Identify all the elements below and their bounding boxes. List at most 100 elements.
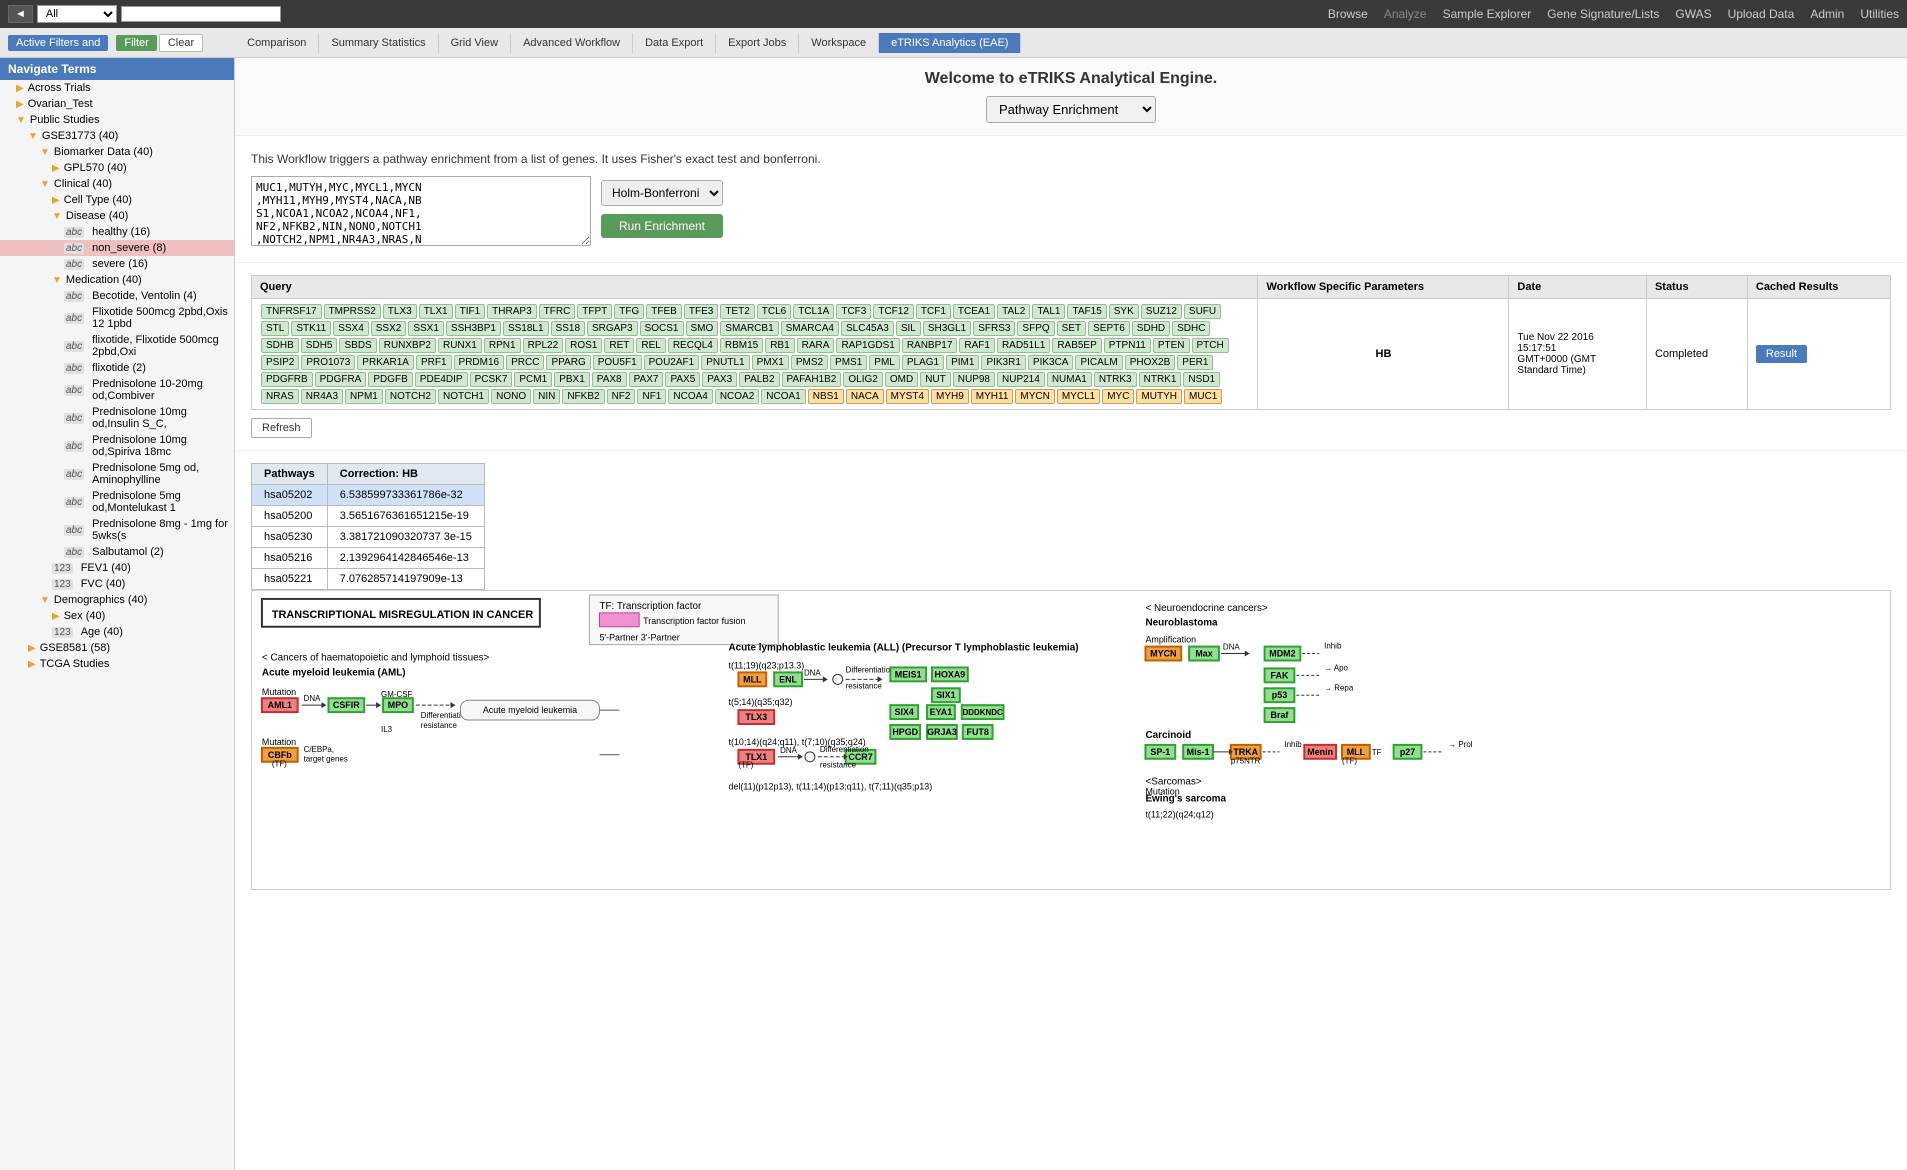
gene-tag: NIN [533,389,560,404]
sidebar-item-demographics[interactable]: ▼ Demographics (40) [0,592,234,608]
haematopoietic-label: < Cancers of haematopoietic and lymphoid… [262,652,490,663]
nav-advanced-workflow[interactable]: Advanced Workflow [511,33,633,53]
sidebar-item-pred4[interactable]: abc Prednisolone 5mg od, Aminophylline [0,460,234,488]
dna-label-1: DNA [304,694,321,703]
gene-tag: NBS1 [808,389,844,404]
sidebar-item-tcga[interactable]: ▶ TCGA Studies [0,656,234,672]
nav-data-export[interactable]: Data Export [633,33,716,53]
pathway-table-row[interactable]: hsa052217.076285714197909e-13 [252,569,485,590]
pathway-table-row[interactable]: hsa052026.538599733361786e-32 [252,485,485,506]
num-icon: 123 [52,579,73,590]
nav-sample-explorer[interactable]: Sample Explorer [1443,7,1532,21]
sidebar-item-clinical[interactable]: ▼ Clinical (40) [0,176,234,192]
sidebar-item-disease[interactable]: ▼ Disease (40) [0,208,234,224]
gene-tag: PDGFRA [315,372,367,387]
abc-icon: abc [64,243,84,254]
gene-tag: SSH3BP1 [446,321,501,336]
gene-tag: MYCN [1015,389,1054,404]
sidebar-item-pred6[interactable]: abc Prednisolone 8mg - 1mg for 5wks(s [0,516,234,544]
sidebar-item-severe[interactable]: abc severe (16) [0,256,234,272]
correction-method-select[interactable]: Holm-BonferroniBonferroniBH [601,180,723,206]
sidebar-item-gse31773[interactable]: ▼ GSE31773 (40) [0,128,234,144]
sidebar-item-pred5[interactable]: abc Prednisolone 5mg od,Montelukast 1 [0,488,234,516]
diff-resistance-2: Differentiation [846,665,895,674]
nav-browse[interactable]: Browse [1328,7,1368,21]
gene-tag: PSIP2 [261,355,299,370]
pathway-diagram: TRANSCRIPTIONAL MISREGULATION IN CANCER … [251,590,1891,890]
gene-tag: TFEB [646,304,682,319]
nav-gwas[interactable]: GWAS [1675,7,1711,21]
sidebar-item-sex[interactable]: ▶ Sex (40) [0,608,234,624]
grja3-gene: GRJA3 [927,727,957,737]
gene-tag: TAL2 [997,304,1030,319]
nav-comparison[interactable]: Comparison [235,33,319,53]
filter-button[interactable]: Filter [116,35,156,51]
sidebar-item-fvc[interactable]: 123 FVC (40) [0,576,234,592]
workflow-description: This Workflow triggers a pathway enrichm… [251,152,1891,166]
sidebar-item-medication[interactable]: ▼ Medication (40) [0,272,234,288]
sidebar-item-flixotide3[interactable]: abc flixotide (2) [0,360,234,376]
sidebar-item-non-severe[interactable]: abc non_severe (8) [0,240,234,256]
sidebar-title: Navigate Terms [0,58,234,80]
mll2-gene: MLL [1347,747,1366,757]
sidebar-item-fev1[interactable]: 123 FEV1 (40) [0,560,234,576]
pathway-value-cell: 2.1392964142846546e-13 [327,548,484,569]
gene-tag: TCEA1 [953,304,995,319]
gene-list-input[interactable]: MUC1,MUTYH,MYC,MYCL1,MYCN ,MYH11,MYH9,MY… [251,176,591,246]
clear-button[interactable]: Clear [159,34,203,52]
nav-export-jobs[interactable]: Export Jobs [716,33,799,53]
nav-gene-signature[interactable]: Gene Signature/Lists [1547,7,1659,21]
sidebar-label: GPL570 (40) [64,162,127,174]
sidebar-item-cell-type[interactable]: ▶ Cell Type (40) [0,192,234,208]
back-button[interactable]: ◄ [8,5,33,23]
nav-workspace[interactable]: Workspace [799,33,879,53]
gene-tag: STL [261,321,289,336]
nav-summary-statistics[interactable]: Summary Statistics [319,33,438,53]
pathway-col-correction: Correction: HB [327,464,484,485]
nav-etriks-analytics[interactable]: eTRIKS Analytics (EAE) [879,33,1021,53]
nav-upload-data[interactable]: Upload Data [1728,7,1795,21]
gene-tag: PCM1 [514,372,552,387]
nav-grid-view[interactable]: Grid View [439,33,511,53]
abc-icon: abc [64,341,84,352]
pathway-table-row[interactable]: hsa052303.381721090320737 3e-15 [252,527,485,548]
gene-tag: SH3GL1 [923,321,971,336]
sidebar-item-public-studies[interactable]: ▼ Public Studies [0,112,234,128]
nav-admin[interactable]: Admin [1810,7,1844,21]
sidebar-item-gse8581[interactable]: ▶ GSE8581 (58) [0,640,234,656]
sidebar-item-pred2[interactable]: abc Prednisolone 10mg od,Insulin S_C, [0,404,234,432]
sidebar-label: Age (40) [81,626,123,638]
pathway-table-row[interactable]: hsa052162.1392964142846546e-13 [252,548,485,569]
nav-analyze[interactable]: Analyze [1384,7,1427,21]
sidebar-item-flixotide2[interactable]: abc flixotide, Flixotide 500mcg 2pbd,Oxi [0,332,234,360]
sidebar-item-healthy[interactable]: abc healthy (16) [0,224,234,240]
sidebar-item-ovarian-test[interactable]: ▶ Ovarian_Test [0,96,234,112]
sidebar-item-pred1[interactable]: abc Prednisolone 10-20mg od,Combiver [0,376,234,404]
search-category-select[interactable]: All [37,5,117,23]
sidebar-item-age[interactable]: 123 Age (40) [0,624,234,640]
sidebar-label: Demographics (40) [54,594,148,606]
nav-utilities[interactable]: Utilities [1860,7,1899,21]
gene-tag: MYCL1 [1057,389,1100,404]
gene-tag: NSD1 [1183,372,1220,387]
sidebar-item-becotide[interactable]: abc Becotide, Ventolin (4) [0,288,234,304]
folder-icon: ▼ [52,211,62,222]
pathway-table-row[interactable]: hsa052003.5651676361651215e-19 [252,506,485,527]
sidebar-label: Prednisolone 5mg od, Aminophylline [92,462,230,486]
sidebar-label: Prednisolone 10-20mg od,Combiver [92,378,230,402]
run-enrichment-button[interactable]: Run Enrichment [601,214,723,238]
result-button[interactable]: Result [1756,345,1807,363]
diagram-title-text: TRANSCRIPTIONAL MISREGULATION IN CANCER [272,609,533,621]
sidebar-item-salbutamol[interactable]: abc Salbutamol (2) [0,544,234,560]
sidebar-item-flixotide1[interactable]: abc Flixotide 500mcg 2pbd,Oxis 12 1pbd [0,304,234,332]
sidebar-item-biomarker[interactable]: ▼ Biomarker Data (40) [0,144,234,160]
pathway-rows[interactable]: hsa052026.538599733361786e-32hsa052003.5… [252,485,485,590]
analysis-type-select[interactable]: Pathway Enrichment [986,96,1156,123]
mycn-gene: MYCN [1150,649,1176,659]
refresh-button[interactable]: Refresh [251,418,312,438]
sidebar-item-pred3[interactable]: abc Prednisolone 10mg od,Spiriva 18mc [0,432,234,460]
sidebar-item-gpl570[interactable]: ▶ GPL570 (40) [0,160,234,176]
search-input[interactable] [121,6,281,22]
sidebar-item-across-trials[interactable]: ▶ Across Trials [0,80,234,96]
abc-icon: abc [64,497,84,508]
